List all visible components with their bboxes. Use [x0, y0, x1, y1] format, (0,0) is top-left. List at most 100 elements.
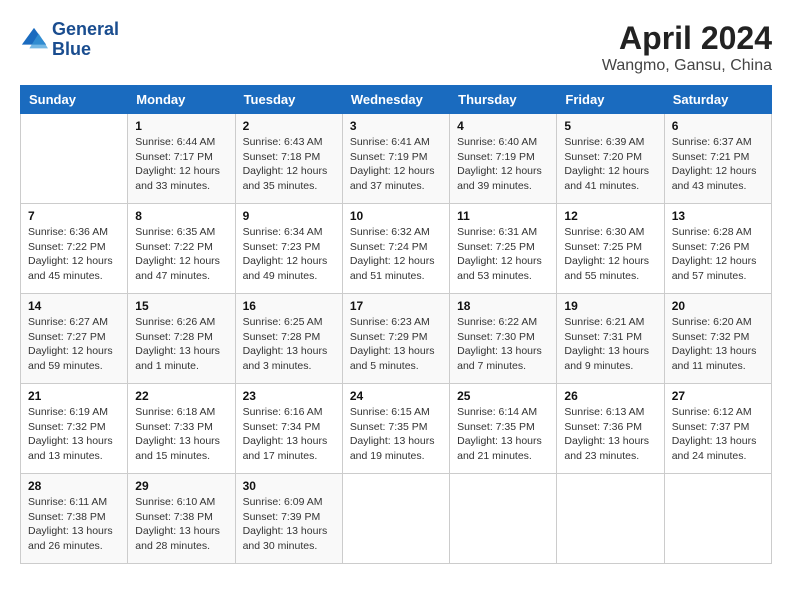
calendar-cell: 23Sunrise: 6:16 AMSunset: 7:34 PMDayligh…: [235, 384, 342, 474]
day-number: 24: [350, 389, 442, 403]
day-info: Sunrise: 6:30 AMSunset: 7:25 PMDaylight:…: [564, 225, 656, 284]
day-info: Sunrise: 6:26 AMSunset: 7:28 PMDaylight:…: [135, 315, 227, 374]
calendar-week-1: 1 Sunrise: 6:44 AMSunset: 7:17 PMDaylight…: [21, 114, 772, 204]
calendar-cell: 13 Sunrise: 6:28 AMSunset: 7:26 PMDayligh…: [664, 204, 771, 294]
calendar-table: SundayMondayTuesdayWednesdayThursdayFrid…: [20, 85, 772, 564]
day-info: Sunrise: 6:09 AMSunset: 7:39 PMDaylight:…: [243, 495, 335, 554]
day-info: Sunrise: 6:43 AMSunset: 7:18 PMDaylight:…: [243, 135, 335, 194]
day-info: Sunrise: 6:15 AMSunset: 7:35 PMDaylight:…: [350, 405, 442, 464]
calendar-cell: [664, 474, 771, 564]
day-info: Sunrise: 6:23 AMSunset: 7:29 PMDaylight:…: [350, 315, 442, 374]
day-info: Sunrise: 6:34 AMSunset: 7:23 PMDaylight:…: [243, 225, 335, 284]
calendar-cell: 27 Sunrise: 6:12 AMSunset: 7:37 PMDayligh…: [664, 384, 771, 474]
weekday-header-saturday: Saturday: [664, 86, 771, 114]
day-info: Sunrise: 6:22 AMSunset: 7:30 PMDaylight:…: [457, 315, 549, 374]
day-info: Sunrise: 6:37 AMSunset: 7:21 PMDaylight:…: [672, 135, 764, 194]
calendar-cell: 1 Sunrise: 6:44 AMSunset: 7:17 PMDaylight…: [128, 114, 235, 204]
calendar-cell: 18 Sunrise: 6:22 AMSunset: 7:30 PMDayligh…: [450, 294, 557, 384]
weekday-header-thursday: Thursday: [450, 86, 557, 114]
calendar-week-2: 7 Sunrise: 6:36 AMSunset: 7:22 PMDaylight…: [21, 204, 772, 294]
day-info: Sunrise: 6:19 AMSunset: 7:32 PMDaylight:…: [28, 405, 120, 464]
calendar-title: April 2024: [602, 20, 772, 57]
day-info: Sunrise: 6:18 AMSunset: 7:33 PMDaylight:…: [135, 405, 227, 464]
weekday-row: SundayMondayTuesdayWednesdayThursdayFrid…: [21, 86, 772, 114]
day-number: 10: [350, 209, 442, 223]
calendar-cell: 8 Sunrise: 6:35 AMSunset: 7:22 PMDaylight…: [128, 204, 235, 294]
day-info: Sunrise: 6:28 AMSunset: 7:26 PMDaylight:…: [672, 225, 764, 284]
logo-icon: [20, 26, 48, 54]
calendar-cell: 15 Sunrise: 6:26 AMSunset: 7:28 PMDayligh…: [128, 294, 235, 384]
day-number: 8: [135, 209, 227, 223]
day-number: 5: [564, 119, 656, 133]
calendar-cell: 26Sunrise: 6:13 AMSunset: 7:36 PMDayligh…: [557, 384, 664, 474]
calendar-cell: 7 Sunrise: 6:36 AMSunset: 7:22 PMDaylight…: [21, 204, 128, 294]
day-number: 7: [28, 209, 120, 223]
day-number: 15: [135, 299, 227, 313]
day-number: 1: [135, 119, 227, 133]
day-info: Sunrise: 6:25 AMSunset: 7:28 PMDaylight:…: [243, 315, 335, 374]
calendar-cell: 4 Sunrise: 6:40 AMSunset: 7:19 PMDaylight…: [450, 114, 557, 204]
calendar-location: Wangmo, Gansu, China: [602, 57, 772, 75]
weekday-header-tuesday: Tuesday: [235, 86, 342, 114]
day-number: 16: [243, 299, 335, 313]
weekday-header-monday: Monday: [128, 86, 235, 114]
calendar-cell: 24 Sunrise: 6:15 AMSunset: 7:35 PMDayligh…: [342, 384, 449, 474]
calendar-cell: [557, 474, 664, 564]
day-number: 22: [135, 389, 227, 403]
title-block: April 2024 Wangmo, Gansu, China: [602, 20, 772, 75]
calendar-cell: [450, 474, 557, 564]
day-info: Sunrise: 6:10 AMSunset: 7:38 PMDaylight:…: [135, 495, 227, 554]
calendar-header: SundayMondayTuesdayWednesdayThursdayFrid…: [21, 86, 772, 114]
day-info: Sunrise: 6:36 AMSunset: 7:22 PMDaylight:…: [28, 225, 120, 284]
day-number: 19: [564, 299, 656, 313]
calendar-cell: 16 Sunrise: 6:25 AMSunset: 7:28 PMDayligh…: [235, 294, 342, 384]
day-number: 27: [672, 389, 764, 403]
calendar-cell: 19Sunrise: 6:21 AMSunset: 7:31 PMDayligh…: [557, 294, 664, 384]
day-number: 14: [28, 299, 120, 313]
day-number: 12: [564, 209, 656, 223]
day-number: 21: [28, 389, 120, 403]
day-info: Sunrise: 6:32 AMSunset: 7:24 PMDaylight:…: [350, 225, 442, 284]
calendar-cell: 12 Sunrise: 6:30 AMSunset: 7:25 PMDayligh…: [557, 204, 664, 294]
calendar-cell: 29Sunrise: 6:10 AMSunset: 7:38 PMDayligh…: [128, 474, 235, 564]
calendar-cell: 25Sunrise: 6:14 AMSunset: 7:35 PMDayligh…: [450, 384, 557, 474]
day-number: 4: [457, 119, 549, 133]
weekday-header-wednesday: Wednesday: [342, 86, 449, 114]
calendar-week-4: 21 Sunrise: 6:19 AMSunset: 7:32 PMDayligh…: [21, 384, 772, 474]
calendar-cell: [21, 114, 128, 204]
logo-line1: General: [52, 20, 119, 40]
calendar-cell: 2 Sunrise: 6:43 AMSunset: 7:18 PMDaylight…: [235, 114, 342, 204]
calendar-cell: [342, 474, 449, 564]
calendar-cell: 21 Sunrise: 6:19 AMSunset: 7:32 PMDayligh…: [21, 384, 128, 474]
day-number: 17: [350, 299, 442, 313]
day-info: Sunrise: 6:44 AMSunset: 7:17 PMDaylight:…: [135, 135, 227, 194]
logo: General Blue: [20, 20, 119, 60]
day-info: Sunrise: 6:35 AMSunset: 7:22 PMDaylight:…: [135, 225, 227, 284]
calendar-cell: 9 Sunrise: 6:34 AMSunset: 7:23 PMDaylight…: [235, 204, 342, 294]
day-info: Sunrise: 6:12 AMSunset: 7:37 PMDaylight:…: [672, 405, 764, 464]
calendar-cell: 3Sunrise: 6:41 AMSunset: 7:19 PMDaylight…: [342, 114, 449, 204]
weekday-header-sunday: Sunday: [21, 86, 128, 114]
day-number: 9: [243, 209, 335, 223]
day-info: Sunrise: 6:14 AMSunset: 7:35 PMDaylight:…: [457, 405, 549, 464]
day-info: Sunrise: 6:27 AMSunset: 7:27 PMDaylight:…: [28, 315, 120, 374]
calendar-week-5: 28 Sunrise: 6:11 AMSunset: 7:38 PMDayligh…: [21, 474, 772, 564]
day-number: 28: [28, 479, 120, 493]
day-number: 13: [672, 209, 764, 223]
calendar-week-3: 14 Sunrise: 6:27 AMSunset: 7:27 PMDayligh…: [21, 294, 772, 384]
weekday-header-friday: Friday: [557, 86, 664, 114]
day-info: Sunrise: 6:40 AMSunset: 7:19 PMDaylight:…: [457, 135, 549, 194]
day-number: 3: [350, 119, 442, 133]
calendar-cell: 28 Sunrise: 6:11 AMSunset: 7:38 PMDayligh…: [21, 474, 128, 564]
calendar-cell: 17 Sunrise: 6:23 AMSunset: 7:29 PMDayligh…: [342, 294, 449, 384]
day-number: 26: [564, 389, 656, 403]
day-number: 11: [457, 209, 549, 223]
day-number: 18: [457, 299, 549, 313]
day-number: 6: [672, 119, 764, 133]
day-number: 2: [243, 119, 335, 133]
day-info: Sunrise: 6:11 AMSunset: 7:38 PMDaylight:…: [28, 495, 120, 554]
day-info: Sunrise: 6:39 AMSunset: 7:20 PMDaylight:…: [564, 135, 656, 194]
calendar-cell: 22 Sunrise: 6:18 AMSunset: 7:33 PMDayligh…: [128, 384, 235, 474]
logo-line2: Blue: [52, 40, 119, 60]
calendar-cell: 6 Sunrise: 6:37 AMSunset: 7:21 PMDaylight…: [664, 114, 771, 204]
